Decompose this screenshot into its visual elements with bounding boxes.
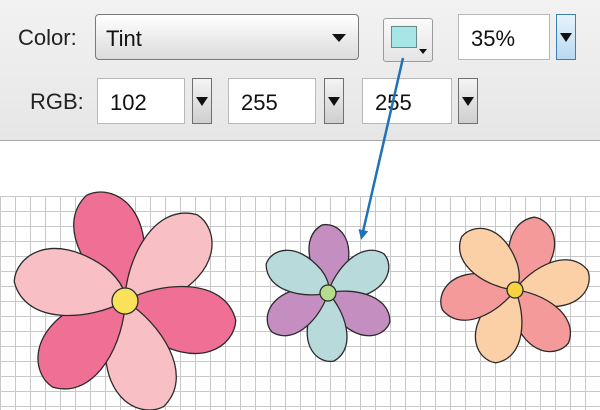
pink-flower[interactable] — [8, 183, 242, 410]
flower-center — [506, 281, 524, 299]
flower-center — [111, 287, 139, 315]
stage-artwork — [8, 57, 594, 410]
peach-flower[interactable] — [437, 212, 594, 369]
arrow-pointer — [358, 57, 405, 240]
flower-center — [319, 284, 337, 302]
tinted-flower[interactable] — [258, 223, 397, 363]
